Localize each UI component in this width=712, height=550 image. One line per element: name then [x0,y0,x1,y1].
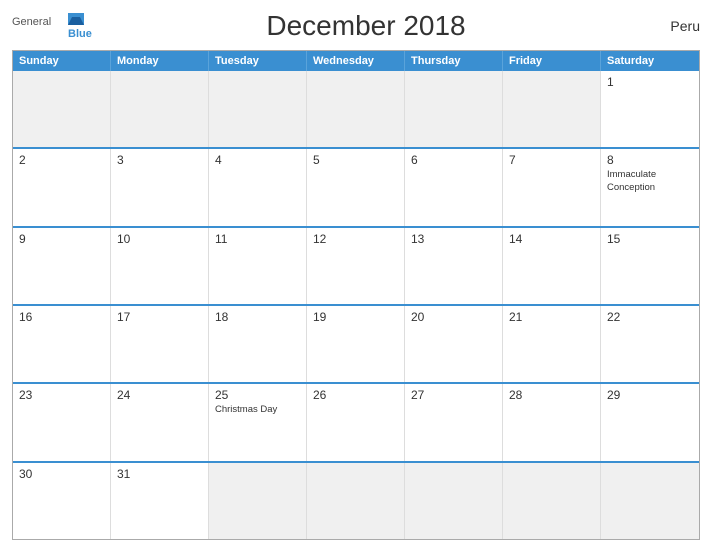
calendar-cell: 27 [405,384,503,460]
calendar-week-2: 2345678 Immaculate Conception [13,147,699,225]
calendar-week-1: 1 [13,71,699,147]
calendar-week-3: 9 10 11 12 13 14 15 [13,226,699,304]
day-number: 25 [215,388,300,402]
calendar-cell: 19 [307,306,405,382]
month-title: December 2018 [92,10,640,42]
calendar-cell: 18 [209,306,307,382]
calendar-cell: 1 [601,71,699,147]
calendar-cell [307,463,405,539]
calendar-cell: 12 [307,228,405,304]
day-number: 15 [607,232,693,246]
calendar-cell [13,71,111,147]
calendar-cell: 24 [111,384,209,460]
calendar-cell: 20 [405,306,503,382]
calendar-cell: 31 [111,463,209,539]
day-number: 29 [607,388,693,402]
calendar-cell: 17 [111,306,209,382]
day-number: 8 [607,153,693,167]
calendar-cell: 28 [503,384,601,460]
calendar-week-4: 16 17 18 19 20 21 22 [13,304,699,382]
day-number: 3 [117,153,202,167]
calendar-cell: 13 [405,228,503,304]
calendar-cell: 14 [503,228,601,304]
day-number: 20 [411,310,496,324]
calendar-cell: 25 Christmas Day [209,384,307,460]
day-number: 22 [607,310,693,324]
day-number: 23 [19,388,104,402]
calendar-cell [405,463,503,539]
day-number: 27 [411,388,496,402]
calendar-cell [503,71,601,147]
event-label: Christmas Day [215,404,300,416]
calendar-week-6: 30 31 [13,461,699,539]
day-number: 16 [19,310,104,324]
calendar-cell [111,71,209,147]
day-number: 11 [215,232,300,246]
calendar-cell: 4 [209,149,307,225]
calendar-week-5: 23 24 25 Christmas Day 26 27 28 29 [13,382,699,460]
calendar-cell: 7 [503,149,601,225]
calendar-body: 12345678Immaculate Conception91011121314… [13,71,699,539]
day-number: 24 [117,388,202,402]
calendar-cell: 6 [405,149,503,225]
country-label: Peru [640,18,700,34]
calendar-cell: 15 [601,228,699,304]
logo: General Blue [12,11,92,41]
day-number: 4 [215,153,300,167]
weekday-header-thursday: Thursday [405,51,503,71]
day-number: 12 [313,232,398,246]
calendar-cell: 9 [13,228,111,304]
calendar-cell: 30 [13,463,111,539]
calendar-cell [405,71,503,147]
day-number: 6 [411,153,496,167]
day-number: 2 [19,153,104,167]
calendar-grid: SundayMondayTuesdayWednesdayThursdayFrid… [12,50,700,540]
calendar-cell: 3 [111,149,209,225]
calendar-cell [209,71,307,147]
calendar-weekday-header: SundayMondayTuesdayWednesdayThursdayFrid… [13,51,699,71]
calendar-cell: 29 [601,384,699,460]
day-number: 13 [411,232,496,246]
weekday-header-friday: Friday [503,51,601,71]
day-number: 7 [509,153,594,167]
day-number: 10 [117,232,202,246]
day-number: 19 [313,310,398,324]
calendar-cell: 22 [601,306,699,382]
svg-text:General: General [12,16,51,28]
logo-svg: General Blue [12,11,92,41]
event-label: Immaculate Conception [607,169,693,194]
weekday-header-monday: Monday [111,51,209,71]
calendar-cell: 8 Immaculate Conception [601,149,699,225]
day-number: 18 [215,310,300,324]
weekday-header-wednesday: Wednesday [307,51,405,71]
day-number: 14 [509,232,594,246]
calendar-cell [601,463,699,539]
calendar-cell: 10 [111,228,209,304]
calendar-cell: 16 [13,306,111,382]
day-number: 9 [19,232,104,246]
day-number: 17 [117,310,202,324]
weekday-header-tuesday: Tuesday [209,51,307,71]
calendar-cell [503,463,601,539]
calendar-cell: 5 [307,149,405,225]
calendar-cell: 2 [13,149,111,225]
day-number: 5 [313,153,398,167]
day-number: 26 [313,388,398,402]
day-number: 21 [509,310,594,324]
calendar-page: General Blue December 2018 Peru SundayMo… [0,0,712,550]
day-number: 28 [509,388,594,402]
calendar-cell [209,463,307,539]
day-number: 31 [117,467,202,481]
calendar-cell: 21 [503,306,601,382]
calendar-header: General Blue December 2018 Peru [12,10,700,42]
day-number: 1 [607,75,693,89]
weekday-header-sunday: Sunday [13,51,111,71]
calendar-cell: 23 [13,384,111,460]
calendar-cell: 11 [209,228,307,304]
calendar-cell: 26 [307,384,405,460]
svg-text:Blue: Blue [68,28,92,40]
day-number: 30 [19,467,104,481]
calendar-cell [307,71,405,147]
weekday-header-saturday: Saturday [601,51,699,71]
